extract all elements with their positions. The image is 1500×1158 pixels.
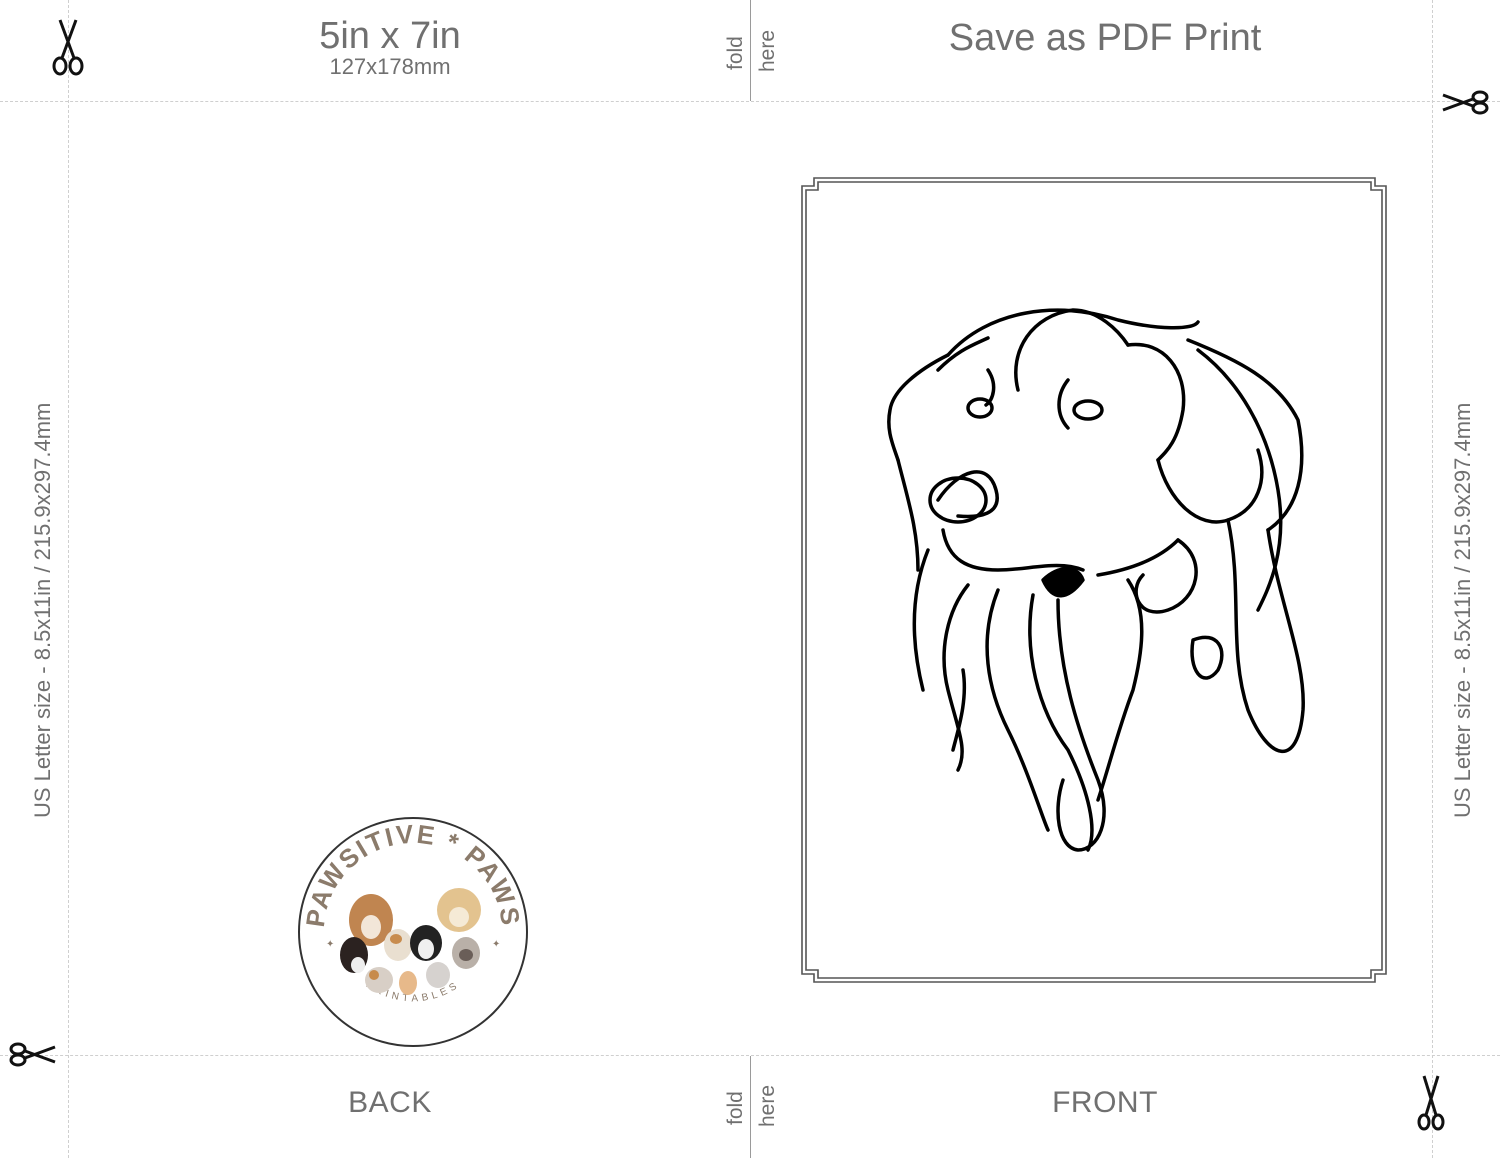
scissors-icon xyxy=(50,16,86,81)
scissors-icon xyxy=(1416,1072,1446,1137)
right-size-label: US Letter size - 8.5x11in / 215.9x297.4m… xyxy=(1450,402,1475,818)
print-title: Save as PDF Print xyxy=(948,17,1262,59)
scissors-icon xyxy=(8,1040,58,1073)
svg-text:✦: ✦ xyxy=(326,939,334,950)
card-size-title: 5in x 7in xyxy=(319,15,461,57)
header-left: 5in x 7in 127x178mm xyxy=(200,16,580,78)
left-cut-line xyxy=(68,0,69,1158)
dog-line-drawing xyxy=(801,177,1387,983)
top-fold-line xyxy=(750,0,751,101)
here-label: here xyxy=(756,1084,779,1127)
card-size-subtitle: 127x178mm xyxy=(329,54,451,79)
fold-label: fold xyxy=(724,36,747,70)
top-cut-line xyxy=(0,101,1500,102)
bottom-fold-line xyxy=(750,1056,751,1158)
scissors-icon xyxy=(1440,88,1490,121)
left-size-label: US Letter size - 8.5x11in / 215.9x297.4m… xyxy=(30,402,55,818)
front-artwork xyxy=(798,170,1392,993)
front-label: FRONT xyxy=(1052,1086,1158,1119)
here-label: here xyxy=(756,29,779,72)
brand-logo: PAWSITIVE * PAWS PRINTABLES ✦ ✦ xyxy=(296,815,530,1054)
right-cut-line xyxy=(1432,0,1433,1158)
fold-label: fold xyxy=(724,1091,747,1125)
svg-text:✦: ✦ xyxy=(492,939,500,950)
back-label: BACK xyxy=(348,1086,432,1119)
